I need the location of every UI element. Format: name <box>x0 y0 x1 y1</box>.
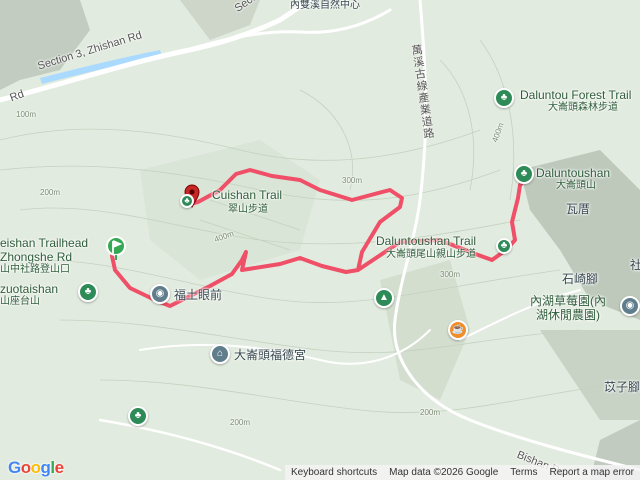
cafe-icon[interactable]: ☕ <box>448 320 468 340</box>
tree-icon[interactable]: ♣ <box>514 164 534 184</box>
report-error-link[interactable]: Report a map error <box>544 467 640 478</box>
poi-daluntoushan[interactable]: Daluntoushan <box>536 166 610 180</box>
poi-zhuzijiao: 苡子腳 <box>604 380 640 394</box>
poi-daluntoushan-zh: 大崙頭山 <box>556 180 596 191</box>
trail-label-cuishan-zh: 翠山步道 <box>228 204 268 215</box>
tree-icon[interactable]: ♣ <box>128 406 148 426</box>
tree-icon[interactable]: ♣ <box>78 282 98 302</box>
temple-icon[interactable]: ⌂ <box>210 344 230 364</box>
poi-strawberry-2: 湖休閒農園) <box>536 308 600 322</box>
poi-daluntou-forest[interactable]: Daluntou Forest Trail <box>520 88 631 102</box>
elevation-label: 200m <box>420 408 441 417</box>
zhongshe-zh-label: 山中社路登山口 <box>0 264 70 275</box>
poi-futu[interactable]: 福土眼前 <box>174 288 222 302</box>
tree-icon[interactable]: ♣ <box>496 238 512 254</box>
trailhead-label[interactable]: eishan Trailhead <box>0 236 88 250</box>
poi-shiqijiao: 石崎腳 <box>562 272 599 286</box>
terms-link[interactable]: Terms <box>504 467 543 478</box>
elevation-label: 200m <box>40 188 61 197</box>
poi-zuotaishan-zh: 山座台山 <box>0 296 40 307</box>
tree-icon[interactable]: ♣ <box>180 194 194 208</box>
map-footer: Google Keyboard shortcuts Map data ©2026… <box>0 458 640 480</box>
elevation-label: 200m <box>230 418 251 427</box>
map-data-text: Map data ©2026 Google <box>389 467 499 478</box>
google-logo: Google <box>8 458 64 477</box>
viewpoint-icon[interactable]: ◉ <box>150 284 170 304</box>
poi-right-edge: 社 <box>630 258 640 272</box>
poi-strawberry[interactable]: 內湖草莓園(內 <box>530 294 606 308</box>
keyboard-shortcuts-link[interactable]: Keyboard shortcuts <box>285 467 383 478</box>
poi-temple[interactable]: 大崙頭福德宮 <box>234 348 306 362</box>
elevation-label: 300m <box>342 176 363 185</box>
elevation-label: 100m <box>16 110 37 119</box>
trail-label-cuishan[interactable]: Cuishan Trail <box>212 188 282 202</box>
poi-wawei: 瓦厝 <box>566 202 591 216</box>
elevation-label: 300m <box>440 270 461 279</box>
terrain-map[interactable] <box>0 0 640 480</box>
poi-neishuang: 內雙溪自然中心 <box>290 0 360 11</box>
flag-icon[interactable] <box>106 236 126 260</box>
zhongshe-label: Zhongshe Rd <box>0 250 73 264</box>
attribution-bar: Keyboard shortcuts Map data ©2026 Google… <box>284 465 640 480</box>
camping-icon[interactable]: ▲ <box>374 288 394 308</box>
tree-icon[interactable]: ♣ <box>494 88 514 108</box>
trail-label-daluntoushan[interactable]: Daluntoushan Trail <box>376 234 476 248</box>
poi-daluntou-forest-zh: 大崙頭森林步道 <box>548 102 618 113</box>
poi-zuotaishan[interactable]: zuotaishan <box>0 282 58 296</box>
trail-label-daluntoushan-zh: 大崙頭尾山親山步道 <box>386 249 476 260</box>
viewpoint-icon[interactable]: ◉ <box>620 296 640 316</box>
